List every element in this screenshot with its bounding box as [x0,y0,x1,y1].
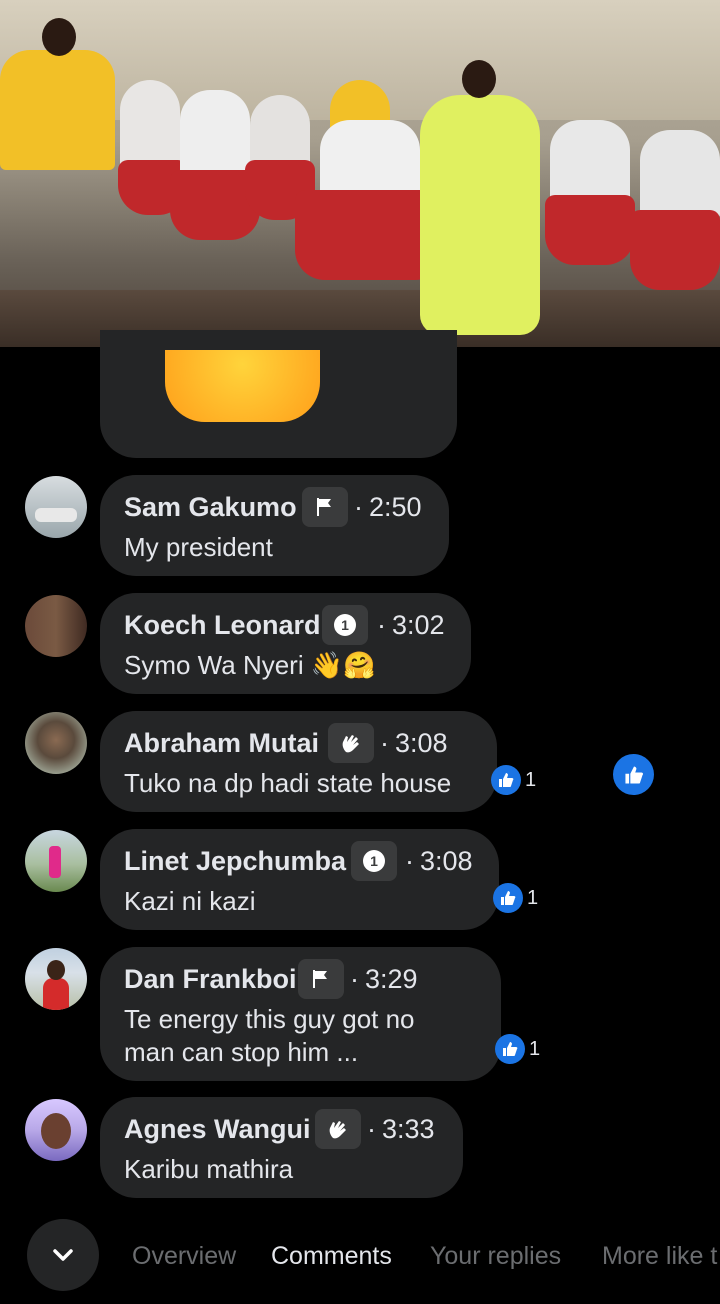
avatar[interactable] [25,1099,87,1161]
avatar[interactable] [25,712,87,774]
tab-more-like-this[interactable]: More like t [602,1242,717,1271]
svg-text:1: 1 [341,617,349,633]
number-1-icon: 1 [351,841,397,881]
like-button-icon[interactable] [613,754,654,795]
comment-text: Symo Wa Nyeri 👋🤗 [124,650,376,680]
person-figure [43,978,69,1010]
like-count-text: 1 [529,1037,541,1060]
tab-comments[interactable]: Comments [271,1242,392,1271]
collapse-button[interactable] [27,1219,99,1291]
flag-icon [298,959,344,999]
like-count[interactable]: 1 [495,1034,540,1064]
comment-time[interactable]: · 3:08 [405,846,473,877]
thumbs-up-icon [495,1034,525,1064]
avatar[interactable] [25,830,87,892]
number-1-icon: 1 [322,605,368,645]
video-person-head [42,18,76,56]
comment-text: Tuko na dp hadi state house [124,768,452,798]
sticker-comment-bubble[interactable] [100,330,457,458]
svg-text:1: 1 [370,853,378,869]
video-person [640,130,720,220]
comment-author[interactable]: Abraham Mutai [124,728,319,759]
thumbs-up-icon [493,883,523,913]
chevron-down-icon [53,1249,73,1261]
comment-time[interactable]: · 3:33 [367,1114,435,1145]
comment-author[interactable]: Agnes Wangui [124,1114,311,1145]
car-image [35,508,77,522]
flag-icon [302,487,348,527]
avatar[interactable] [25,948,87,1010]
comment-author[interactable]: Dan Frankboi [124,964,297,995]
video-skirt [630,210,720,290]
like-count-text: 1 [525,768,537,791]
comment-time[interactable]: · 3:02 [377,610,445,641]
comment-text-line-2: man can stop him ... [124,1037,359,1067]
tab-your-replies[interactable]: Your replies [430,1242,561,1271]
comment-author[interactable]: Koech Leonard [124,610,321,641]
video-person [420,95,540,335]
like-count-text: 1 [527,886,539,909]
clap-icon [328,723,374,763]
comment-text: Kazi ni kazi [124,886,256,916]
video-person [0,50,115,170]
person-head [47,960,65,980]
comment-text: My president [124,532,273,562]
like-count[interactable]: 1 [493,883,538,913]
clap-icon [315,1109,361,1149]
video-person [320,120,420,200]
video-person-head [462,60,496,98]
like-count[interactable]: 1 [491,765,536,795]
comment-text: Karibu mathira [124,1154,294,1184]
thumbs-up-sticker-icon [165,350,320,422]
person-figure [49,846,61,878]
person-face [41,1113,71,1149]
comment-author[interactable]: Sam Gakumo [124,492,297,523]
comment-time[interactable]: · 3:08 [380,728,448,759]
thumbs-up-icon [491,765,521,795]
video-skirt [545,195,635,265]
comment-author[interactable]: Linet Jepchumba [124,846,346,877]
video-frame[interactable] [0,0,720,347]
tab-overview[interactable]: Overview [132,1242,236,1271]
comment-text-line-1: Te energy this guy got no [124,1004,415,1034]
avatar[interactable] [25,595,87,657]
comment-time[interactable]: · 3:29 [350,964,418,995]
comment-time[interactable]: · 2:50 [354,492,422,523]
avatar[interactable] [25,476,87,538]
